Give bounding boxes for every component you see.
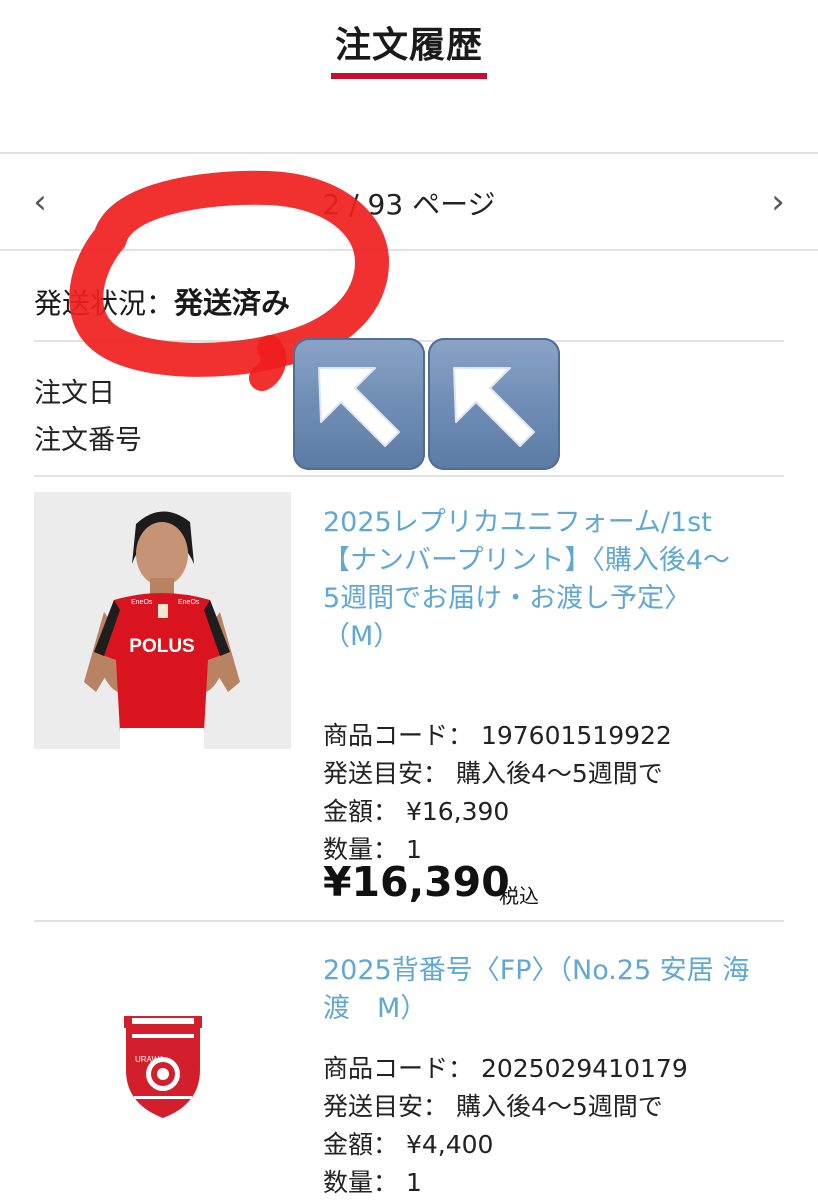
product-title-line: 【ナンバープリント】〈購入後4〜 — [323, 545, 731, 576]
up-left-arrow-icon — [293, 338, 425, 470]
divider — [0, 152, 818, 154]
divider — [34, 475, 784, 477]
title-underline — [331, 73, 487, 79]
shipping-estimate: 発送目安： 購入後4〜5週間で — [323, 1092, 663, 1121]
page-indicator: 2 / 93 ページ — [322, 188, 496, 221]
product-title-line: 2025レプリカユニフォーム/1st — [323, 507, 712, 538]
quantity: 数量： 1 — [323, 1168, 422, 1197]
up-left-arrow-icon — [428, 338, 560, 470]
shipping-status: 発送状況：発送済み — [34, 280, 290, 322]
shipping-status-label: 発送状況： — [34, 287, 175, 320]
club-crest-illustration: URAWA — [124, 1016, 202, 1118]
player-jersey-photo[interactable]: EneOs EneOs POLUS — [34, 492, 291, 749]
unit-price: 金額： ¥4,400 — [323, 1130, 494, 1159]
product-title-line: 2025背番号〈FP〉（No.25 安居 海 — [323, 955, 750, 986]
product-code: 商品コード： 197601519922 — [323, 721, 672, 750]
chevron-right-icon[interactable]: › — [760, 178, 796, 226]
item-total: ¥16,390 — [323, 858, 510, 906]
player-jersey-illustration: EneOs EneOs POLUS — [34, 492, 291, 749]
product-title-line: 渡 M） — [323, 993, 428, 1024]
club-crest-logo[interactable]: URAWA — [120, 1012, 206, 1120]
shipping-status-value: 発送済み — [174, 286, 291, 320]
divider — [0, 249, 818, 251]
product-title-line: 5週間でお届け・お渡し予定〉 — [323, 583, 692, 614]
tax-included-label: 税込 — [499, 884, 539, 908]
shirt-sponsor-left: EneOs — [131, 599, 153, 606]
order-number-label: 注文番号 — [34, 425, 142, 456]
divider — [34, 920, 784, 922]
page-title: 注文履歴 — [334, 25, 483, 66]
shirt-sponsor-right: EneOs — [178, 599, 200, 606]
product-title-link[interactable]: 2025背番号〈FP〉（No.25 安居 海 渡 M） — [323, 952, 793, 1028]
product-title-line: （M） — [323, 621, 401, 652]
shirt-text: POLUS — [129, 636, 194, 657]
product-title-link[interactable]: 2025レプリカユニフォーム/1st 【ナンバープリント】〈購入後4〜 5週間で… — [323, 504, 793, 656]
shipping-estimate: 発送目安： 購入後4〜5週間で — [323, 759, 663, 788]
order-date-label: 注文日 — [34, 378, 115, 409]
unit-price: 金額： ¥16,390 — [323, 797, 510, 826]
product-code: 商品コード： 2025029410179 — [323, 1054, 688, 1083]
